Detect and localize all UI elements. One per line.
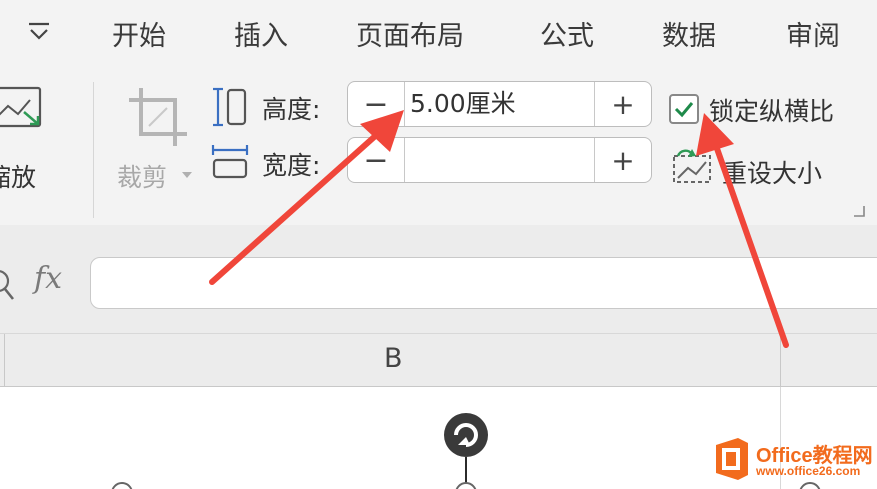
arrow-to-height-input bbox=[209, 127, 385, 285]
arrow-head bbox=[696, 113, 734, 156]
annotation-arrows bbox=[209, 110, 789, 348]
arrow-to-lock-ratio bbox=[711, 137, 789, 348]
